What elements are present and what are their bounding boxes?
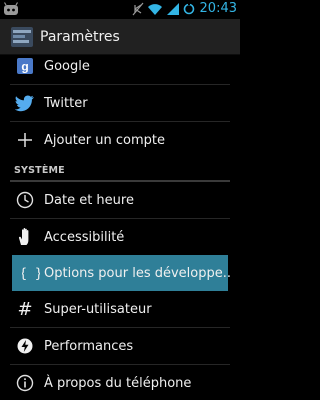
section-header-system: SYSTÈME — [14, 165, 65, 176]
silent-mode-icon — [132, 2, 143, 15]
braces-icon: { } — [20, 262, 42, 284]
svg-text:{ }: { } — [22, 267, 40, 282]
list-item-add-account[interactable]: Ajouter un compte — [0, 122, 240, 158]
list-item-superuser[interactable]: # Super-utilisateur — [0, 291, 240, 327]
lightning-icon — [14, 335, 36, 357]
list-item-performance[interactable]: Performances — [0, 328, 240, 364]
clock-icon — [14, 189, 36, 211]
android-notification-icon — [3, 2, 19, 15]
svg-text:g: g — [21, 60, 28, 74]
list-item-twitter[interactable]: Twitter — [0, 85, 240, 121]
list-item-accessibility[interactable]: Accessibilité — [0, 219, 240, 255]
svg-text:#: # — [17, 300, 32, 318]
google-icon: g — [14, 55, 36, 77]
list-item-about-phone[interactable]: À propos du téléphone — [0, 365, 240, 400]
settings-list: g Google Twitter Ajouter un compte SYSTÈ… — [0, 55, 240, 400]
hash-icon: # — [14, 298, 36, 320]
signal-icon — [166, 2, 179, 15]
status-bar: 20:43 — [0, 0, 240, 19]
info-icon — [14, 372, 36, 394]
list-item-date-time[interactable]: Date et heure — [0, 182, 240, 218]
settings-app-icon[interactable] — [10, 25, 34, 49]
battery-icon — [183, 2, 194, 14]
hand-icon — [14, 226, 36, 248]
status-clock: 20:43 — [199, 1, 237, 16]
list-item-google[interactable]: g Google — [0, 48, 240, 84]
wifi-icon — [147, 3, 162, 15]
list-item-developer-options[interactable]: { } Options pour les développe.. — [12, 255, 231, 291]
page-title: Paramètres — [40, 28, 120, 45]
plus-icon — [14, 129, 36, 151]
twitter-icon — [14, 92, 36, 114]
